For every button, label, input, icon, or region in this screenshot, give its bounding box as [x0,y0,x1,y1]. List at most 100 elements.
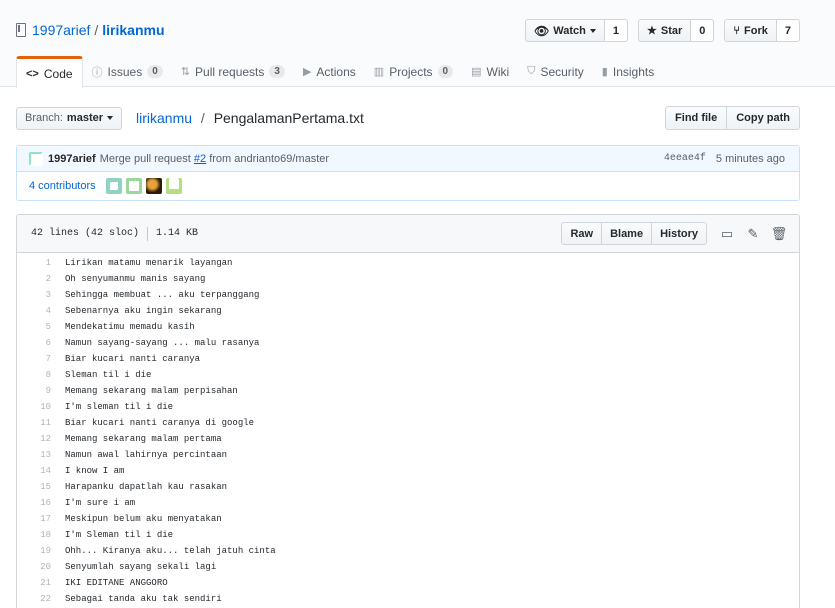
tab-actions[interactable]: ▶ Actions [294,56,365,87]
contributors-link[interactable]: 4 contributors [29,180,96,192]
line-number[interactable]: 21 [17,578,51,588]
pencil-icon[interactable]: ✎ [745,226,761,242]
fork-button[interactable]: ⑂ Fork [724,19,777,42]
breadcrumb-filename: PengalamanPertama.txt [213,110,364,126]
breadcrumb-repo-link[interactable]: lirikanmu [136,110,192,126]
tab-label: Pull requests [195,64,265,79]
line-content: Mendekatimu memadu kasih [65,322,195,332]
line-number[interactable]: 10 [17,402,51,412]
tab-wiki[interactable]: ▤ Wiki [462,56,518,87]
line-number[interactable]: 6 [17,338,51,348]
code-line: 22 Sebagai tanda aku tak sendiri [17,591,799,607]
code-line: 3 Sehingga membuat ... aku terpanggang [17,287,799,303]
commit-author[interactable]: 1997arief [48,153,96,165]
code-line: 7 Biar kucari nanti caranya [17,351,799,367]
tab-label: Insights [612,64,655,79]
code-line: 13 Namun awal lahirnya percintaan [17,447,799,463]
line-content: Sebenarnya aku ingin sekarang [65,306,222,316]
find-file-button[interactable]: Find file [665,106,728,130]
tab-projects[interactable]: ▥ Projects 0 [365,56,462,87]
repo-title-separator: / [94,22,99,38]
watch-count[interactable]: 1 [604,19,629,42]
repo-name-link[interactable]: lirikanmu [102,22,164,38]
tab-insights[interactable]: ▮ Insights [593,56,663,87]
line-content: Meskipun belum aku menyatakan [65,514,222,524]
line-content: I know I am [65,466,125,476]
code-line: 9 Memang sekarang malam perpisahan [17,383,799,399]
line-number[interactable]: 12 [17,434,51,444]
file-info: 42 lines (42 sloc) 1.14 KB [31,226,199,241]
graph-icon: ▮ [601,66,608,78]
line-number[interactable]: 5 [17,322,51,332]
history-button[interactable]: History [652,222,707,245]
breadcrumb-separator: / [200,110,205,126]
star-button[interactable]: ★ Star [638,19,692,42]
line-number[interactable]: 9 [17,386,51,396]
trash-icon[interactable]: 🗑 [771,226,788,242]
repo-owner-link[interactable]: 1997arief [32,22,90,38]
copy-path-button[interactable]: Copy path [727,106,800,130]
tab-pull-requests[interactable]: ⇅ Pull requests 3 [172,56,294,87]
fork-count[interactable]: 7 [776,19,800,42]
avatar[interactable] [145,178,162,194]
tab-badge: 0 [437,65,454,78]
code-line: 14 I know I am [17,463,799,479]
book-icon: ▤ [471,66,482,78]
repo-icon [16,23,26,37]
watch-button[interactable]: 👁 Watch [525,19,605,42]
file-info-divider [147,226,149,241]
line-number[interactable]: 14 [17,466,51,476]
star-group: ★ Star 0 [638,19,715,42]
fork-icon: ⑂ [733,24,741,37]
breadcrumb: lirikanmu / PengalamanPertama.txt [136,110,364,126]
blame-button[interactable]: Blame [602,222,653,245]
tab-label: Wiki [486,64,510,79]
line-number[interactable]: 17 [17,514,51,524]
avatar[interactable] [165,178,182,194]
tab-issues[interactable]: ⓘ Issues 0 [83,56,172,87]
line-number[interactable]: 19 [17,546,51,556]
line-content: Sehingga membuat ... aku terpanggang [65,290,260,300]
line-content: I'm Sleman til i die [65,530,174,540]
tab-badge: 3 [269,65,285,78]
commit-sha[interactable]: 4eeae4f [664,153,706,164]
branch-select-button[interactable]: Branch: master [16,106,122,130]
file-viewer: 42 lines (42 sloc) 1.14 KB Raw Blame His… [16,214,800,608]
branch-name: master [66,112,103,124]
code-lines: 1 Lirikan matamu menarik layangan 2 Oh seny… [17,253,799,607]
code-line: 19 Ohh... Kiranya aku... telah jatuh cint… [17,543,799,559]
line-number[interactable]: 22 [17,594,51,604]
avatar[interactable] [105,178,122,194]
avatar[interactable] [29,151,43,166]
line-number[interactable]: 16 [17,498,51,508]
line-number[interactable]: 11 [17,418,51,428]
pull-request-icon: ⇅ [180,66,191,78]
avatar[interactable] [125,178,142,194]
file-nav-actions: Find file Copy path [665,106,800,130]
line-number[interactable]: 3 [17,290,51,300]
code-line: 16 I'm sure i am [17,495,799,511]
line-content: Lirikan matamu menarik layangan [65,258,233,268]
file-size: 1.14 KB [156,228,199,239]
tab-security[interactable]: ⛉ Security [518,56,593,87]
line-number[interactable]: 4 [17,306,51,316]
commit-pr-link[interactable]: #2 [194,153,206,165]
tab-code[interactable]: <> Code [16,56,83,88]
code-line: 4 Sebenarnya aku ingin sekarang [17,303,799,319]
line-number[interactable]: 2 [17,274,51,284]
line-content: Ohh... Kiranya aku... telah jatuh cinta [65,546,276,556]
line-number[interactable]: 15 [17,482,51,492]
tab-badge: 0 [147,65,163,78]
line-number[interactable]: 18 [17,530,51,540]
code-line: 17 Meskipun belum aku menyatakan [17,511,799,527]
star-count[interactable]: 0 [691,19,715,42]
chevron-down-icon [107,116,113,120]
project-icon: ▥ [373,66,385,78]
line-number[interactable]: 1 [17,258,51,268]
line-number[interactable]: 20 [17,562,51,572]
line-number[interactable]: 8 [17,370,51,380]
line-number[interactable]: 7 [17,354,51,364]
line-number[interactable]: 13 [17,450,51,460]
raw-button[interactable]: Raw [561,222,603,245]
desktop-icon[interactable]: ▭ [719,226,735,242]
